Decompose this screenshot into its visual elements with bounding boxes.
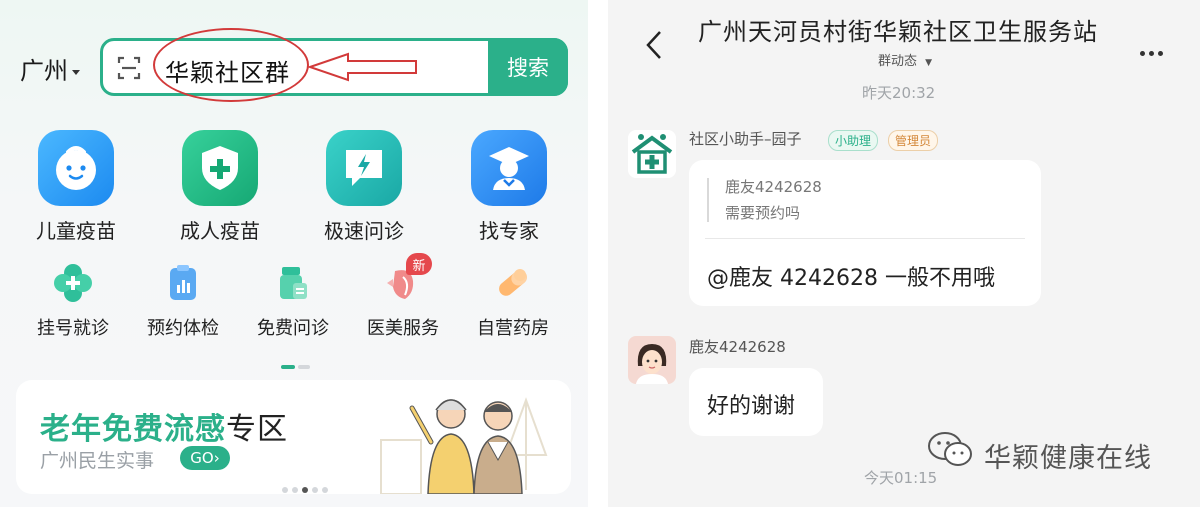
group-dynamics-label: 群动态 xyxy=(878,54,918,69)
annotation-ellipse xyxy=(153,28,309,102)
app-home-screen: 广州 华颖社区群 搜索 儿童疫苗 成人疫苗 极速问诊 找专家 挂号就诊 预约体检… xyxy=(0,0,588,507)
medicine-bottle-icon[interactable] xyxy=(273,263,313,303)
child-face-icon xyxy=(56,146,96,190)
free-consult-label[interactable]: 免费问诊 xyxy=(243,314,343,340)
find-expert-button[interactable] xyxy=(471,130,547,206)
assistant-message-bubble[interactable]: 鹿友4242628 需要预约吗 @鹿友 4242628 一般不用哦 xyxy=(689,160,1041,306)
caret-down-icon xyxy=(72,69,80,75)
pill-capsule-icon[interactable] xyxy=(493,263,533,303)
quick-consult-label: 极速问诊 xyxy=(324,219,404,243)
timestamp: 今天01:15 xyxy=(864,469,938,487)
annotation-arrow-icon xyxy=(308,52,417,82)
user-message-text: 好的谢谢 xyxy=(707,394,796,419)
group-dynamics-toggle[interactable]: 群动态 ▼ xyxy=(878,50,932,69)
group-chat-screen: 广州天河员村街华颖社区卫生服务站 群动态 ▼ 昨天20:32 社区小助手–园子 … xyxy=(608,0,1200,507)
city-label: 广州 xyxy=(20,57,68,85)
caret-down-icon: ▼ xyxy=(925,58,933,68)
banner-title-highlight: 老年免费流感 xyxy=(40,412,226,447)
user-avatar[interactable] xyxy=(628,336,676,384)
timestamp: 昨天20:32 xyxy=(862,84,936,102)
doctor-icon xyxy=(489,147,529,190)
banner-title: 老年免费流感专区 xyxy=(40,404,288,448)
chevron-right-icon: › xyxy=(213,449,220,467)
book-checkup-label[interactable]: 预约体检 xyxy=(133,314,233,340)
admin-tag: 管理员 xyxy=(888,130,939,151)
clipboard-chart-icon[interactable] xyxy=(163,263,203,303)
user-avatar-icon xyxy=(636,344,668,384)
child-vaccine-label: 儿童疫苗 xyxy=(36,219,116,243)
clover-cross-icon[interactable] xyxy=(53,263,93,303)
quote-author: 鹿友4242628 xyxy=(725,178,822,196)
go-button[interactable]: GO › xyxy=(180,446,230,470)
pager-indicator xyxy=(281,354,313,373)
adult-vaccine-label: 成人疫苗 xyxy=(180,219,260,243)
quote-text: 需要预约吗 xyxy=(725,204,801,222)
wechat-icon xyxy=(928,432,972,466)
register-visit-label[interactable]: 挂号就诊 xyxy=(23,314,123,340)
banner-subtitle: 广州民生实事 xyxy=(40,450,155,472)
search-button[interactable]: 搜索 xyxy=(488,38,568,96)
clinic-logo-icon xyxy=(631,134,673,174)
aesthetic-service-label[interactable]: 医美服务 xyxy=(353,314,453,340)
elderly-couple-illustration xyxy=(380,397,548,494)
pharmacy-label[interactable]: 自营药房 xyxy=(463,314,563,340)
watermark-text: 华颖健康在线 xyxy=(984,443,1152,474)
banner-pager xyxy=(282,478,332,494)
city-selector[interactable]: 广州 xyxy=(20,51,80,86)
assistant-name: 社区小助手–园子 xyxy=(689,130,802,148)
new-badge: 新 xyxy=(406,253,432,275)
quote-bar xyxy=(707,178,709,222)
user-name: 鹿友4242628 xyxy=(689,338,786,356)
chat-lightning-icon xyxy=(346,150,382,186)
banner-title-rest: 专区 xyxy=(226,412,288,447)
flu-promo-banner[interactable]: 老年免费流感专区 广州民生实事 GO › xyxy=(16,380,571,494)
reply-text: @鹿友 4242628 一般不用哦 xyxy=(707,266,995,291)
scan-icon[interactable] xyxy=(117,55,141,81)
assistant-avatar[interactable] xyxy=(628,130,676,178)
quick-consult-button[interactable] xyxy=(326,130,402,206)
assistant-tag: 小助理 xyxy=(828,130,879,151)
adult-vaccine-button[interactable] xyxy=(182,130,258,206)
shield-plus-icon xyxy=(202,146,238,190)
quote-divider xyxy=(705,238,1025,239)
chat-title: 广州天河员村街华颖社区卫生服务站 xyxy=(698,18,1098,46)
more-options-icon[interactable] xyxy=(1140,41,1167,60)
child-vaccine-button[interactable] xyxy=(38,130,114,206)
back-chevron-icon[interactable] xyxy=(644,30,664,60)
find-expert-label: 找专家 xyxy=(479,219,539,243)
user-message-bubble[interactable]: 好的谢谢 xyxy=(689,368,823,436)
go-label: GO xyxy=(190,449,214,467)
